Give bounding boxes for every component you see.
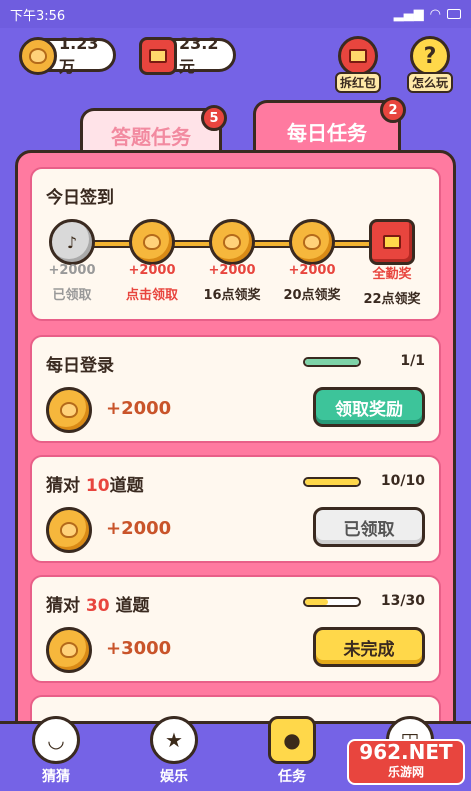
wifi-icon: ◠ <box>429 6 441 22</box>
task-title: 每日登录 <box>46 356 114 376</box>
task-progress-text: 13/30 <box>380 593 425 609</box>
task-panel: 今日签到 ♪ +2000 已领取 +2000 点击领取 +2000 16点领奖 … <box>15 150 456 750</box>
peach-coin-icon <box>46 387 92 433</box>
incomplete-button[interactable]: 未完成 <box>313 627 425 667</box>
checkin-day-1: ♪ +2000 已领取 <box>36 219 108 303</box>
checkin-label: 22点领奖 <box>363 292 421 307</box>
checkin-label: 点击领取 <box>125 288 178 303</box>
nav-item-tasks[interactable]: ● 任务 <box>252 716 332 786</box>
task-reward: +3000 <box>106 638 172 659</box>
checkin-amount: +2000 <box>208 263 256 278</box>
checkin-amount: +2000 <box>48 263 96 278</box>
checkin-amount: +2000 <box>288 263 336 278</box>
checkin-day-2[interactable]: +2000 点击领取 <box>116 219 188 303</box>
cat-face-icon: ◡ <box>32 716 80 764</box>
status-bar: 下午3:56 ▂▄▆ ◠ <box>0 0 471 28</box>
checkin-label: 已领取 <box>52 288 92 303</box>
tab-daily-tasks-badge: 2 <box>380 97 406 123</box>
nav-label: 任务 <box>278 769 306 785</box>
calendar-coin-icon: ● <box>268 716 316 764</box>
task-progress-text: 1/1 <box>400 353 425 369</box>
checkin-card: 今日签到 ♪ +2000 已领取 +2000 点击领取 +2000 16点领奖 … <box>30 167 441 321</box>
peach-coin-icon <box>46 507 92 553</box>
peach-coin-icon <box>129 219 175 265</box>
task-progress-bar <box>303 357 361 367</box>
status-icons: ▂▄▆ ◠ <box>394 7 461 22</box>
nav-label: 娱乐 <box>160 769 188 785</box>
checkin-amount: +2000 <box>128 263 176 278</box>
task-title: 猜对 10道题 <box>46 476 144 496</box>
peach-coin-icon <box>289 219 335 265</box>
signal-icon: ▂▄▆ <box>393 6 424 22</box>
claimed-button[interactable]: 已领取 <box>313 507 425 547</box>
checkin-day-5: 全勤奖 22点领奖 <box>356 219 428 307</box>
bottom-nav: ◡ 猜猜 ★ 娱乐 ● 任务 ◫ 962.NET 乐游网 <box>0 716 471 791</box>
checkin-label: 16点领奖 <box>203 288 261 303</box>
task-progress-bar <box>303 477 361 487</box>
claim-reward-button[interactable]: 领取奖励 <box>313 387 425 427</box>
music-coin-icon: ♪ <box>49 219 95 265</box>
checkin-amount: 全勤奖 <box>372 267 412 282</box>
red-envelope-icon <box>139 37 177 75</box>
site-watermark: 962.NET 乐游网 <box>347 739 465 785</box>
task-title: 猜对 30 道题 <box>46 596 150 616</box>
how-to-play-button[interactable]: ? 怎么玩 <box>402 36 458 94</box>
nav-label: 猜猜 <box>42 769 70 785</box>
star-badge-icon: ★ <box>150 716 198 764</box>
cash-balance[interactable]: 23.2元 <box>139 34 236 76</box>
task-reward: +2000 <box>106 398 172 419</box>
checkin-day-4: +2000 20点领奖 <box>276 219 348 303</box>
task-reward: +2000 <box>106 518 172 539</box>
task-card-guess-30: 猜对 30 道题 13/30 +3000 未完成 <box>30 575 441 683</box>
nav-item-guess[interactable]: ◡ 猜猜 <box>16 716 96 786</box>
coin-balance-value: 1.23万 <box>59 33 99 76</box>
open-red-packet-label: 拆红包 <box>334 72 381 93</box>
tab-quiz-tasks-badge: 5 <box>201 105 227 131</box>
checkin-day-3: +2000 16点领奖 <box>196 219 268 303</box>
open-red-packet-button[interactable]: 拆红包 <box>330 36 386 94</box>
cash-balance-value: 23.2元 <box>179 33 219 76</box>
nav-item-entertainment[interactable]: ★ 娱乐 <box>134 716 214 786</box>
coin-balance[interactable]: 1.23万 <box>19 34 116 76</box>
checkin-label: 20点领奖 <box>283 288 341 303</box>
peach-coin-icon <box>46 627 92 673</box>
task-progress-bar <box>303 597 361 607</box>
checkin-title: 今日签到 <box>46 188 114 208</box>
how-to-play-label: 怎么玩 <box>406 72 453 93</box>
peach-coin-icon <box>19 37 57 75</box>
tab-quiz-tasks-label: 答题任务 <box>111 125 191 149</box>
tab-daily-tasks-label: 每日任务 <box>287 121 367 145</box>
battery-icon <box>447 9 461 19</box>
peach-coin-icon <box>209 219 255 265</box>
red-packet-icon <box>338 36 378 76</box>
task-card-guess-10: 猜对 10道题 10/10 +2000 已领取 <box>30 455 441 563</box>
top-bar: 1.23万 23.2元 拆红包 ? 怎么玩 <box>0 28 471 108</box>
task-progress-text: 10/10 <box>380 473 425 489</box>
question-icon: ? <box>410 36 450 76</box>
status-time: 下午3:56 <box>10 8 66 24</box>
task-card-daily-login: 每日登录 1/1 +2000 领取奖励 <box>30 335 441 443</box>
gift-box-icon <box>369 219 415 265</box>
